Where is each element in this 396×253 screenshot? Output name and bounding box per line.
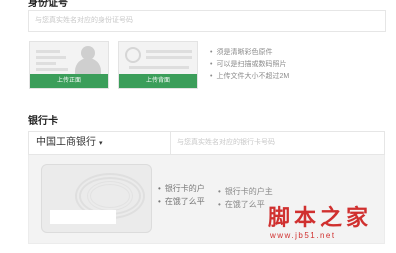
bank-card-sample-image[interactable]	[41, 164, 152, 233]
bank-card-hints: 银行卡的户 在饿了么平	[158, 182, 205, 208]
id-number-input[interactable]: 与您真实姓名对应的身份证号码	[28, 10, 386, 32]
hint-item: 在饿了么平	[158, 195, 205, 208]
text-line	[36, 56, 66, 59]
id-back-upload-card[interactable]: 上传背面	[118, 41, 198, 89]
chevron-down-icon: ▾	[99, 140, 103, 147]
hint-item: 上传文件大小不超过2M	[210, 71, 289, 83]
bank-card-number-input[interactable]: 与您真实姓名对应的银行卡号码	[171, 132, 384, 154]
card-number-bar	[50, 210, 116, 224]
bank-card-row: 中国工商银行 ▾ 与您真实姓名对应的银行卡号码	[28, 131, 385, 155]
text-line	[36, 50, 60, 53]
watermark-title: 脚本之家	[268, 205, 373, 231]
upload-back-button[interactable]: 上传背面	[119, 74, 197, 88]
site-watermark: 脚本之家 www.jb51.net	[268, 200, 392, 250]
hint-item: 须是清晰彩色原件	[210, 47, 289, 59]
id-number-title: 身份证号	[28, 0, 68, 9]
watermark-url: www.jb51.net	[270, 231, 336, 240]
id-upload-hints: 须是清晰彩色原件 可以是扫描或数码照片 上传文件大小不超过2M	[210, 47, 289, 83]
text-line	[36, 68, 68, 71]
portrait-body-icon	[75, 58, 101, 74]
bank-card-hints-overlay: 银行卡的户主 在饿了么平	[218, 185, 273, 211]
bank-select-value: 中国工商银行	[36, 137, 96, 148]
hint-item: 银行卡的户	[158, 182, 205, 195]
upload-front-button[interactable]: 上传正面	[30, 74, 108, 88]
id-front-upload-card[interactable]: 上传正面	[29, 41, 109, 89]
text-line	[146, 50, 192, 53]
bank-card-title: 银行卡	[28, 116, 58, 127]
text-line	[129, 66, 189, 69]
bank-select[interactable]: 中国工商银行 ▾	[29, 132, 171, 154]
card-pattern	[87, 181, 133, 211]
text-line	[146, 56, 192, 59]
text-line	[36, 62, 56, 65]
hint-item: 可以是扫描或数码照片	[210, 59, 289, 71]
national-emblem-icon	[125, 47, 141, 63]
hint-item: 银行卡的户主	[218, 185, 273, 198]
hint-item: 在饿了么平	[218, 198, 273, 211]
